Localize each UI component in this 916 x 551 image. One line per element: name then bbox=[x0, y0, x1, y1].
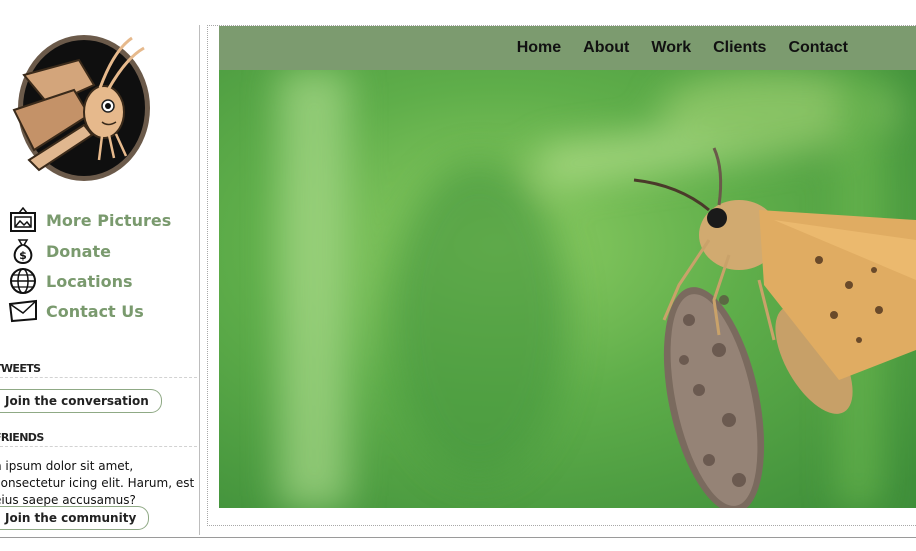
money-bag-icon: $ bbox=[8, 237, 38, 265]
join-conversation-button[interactable]: Join the conversation bbox=[0, 389, 162, 413]
sidebar-item-label: Donate bbox=[46, 241, 111, 261]
sidebar-item-donate[interactable]: $ Donate bbox=[8, 237, 111, 265]
svg-text:$: $ bbox=[19, 249, 27, 262]
sidebar-item-contact-us[interactable]: Contact Us bbox=[8, 297, 144, 325]
sidebar: More Pictures $ Donate Locations Contact… bbox=[0, 0, 200, 551]
sidebar-item-label: Contact Us bbox=[46, 301, 144, 321]
sidebar-divider bbox=[199, 25, 200, 535]
picture-frame-icon bbox=[8, 206, 38, 234]
sidebar-item-label: Locations bbox=[46, 271, 133, 291]
envelope-icon bbox=[8, 297, 38, 325]
divider bbox=[0, 377, 197, 378]
nav-about[interactable]: About bbox=[583, 39, 629, 57]
moth-logo[interactable] bbox=[4, 30, 154, 185]
nav-contact[interactable]: Contact bbox=[788, 39, 848, 57]
tweets-heading: TWEETS bbox=[0, 362, 41, 375]
friends-heading: FRIENDS bbox=[0, 431, 44, 444]
join-community-button[interactable]: Join the community bbox=[0, 506, 150, 530]
nav-work[interactable]: Work bbox=[651, 39, 691, 57]
hero-image bbox=[219, 70, 916, 508]
top-nav: Home About Work Clients Contact bbox=[219, 26, 916, 70]
sidebar-item-more-pictures[interactable]: More Pictures bbox=[8, 206, 171, 234]
footer-divider bbox=[0, 537, 916, 538]
globe-icon bbox=[8, 267, 38, 295]
sidebar-item-label: More Pictures bbox=[46, 210, 172, 230]
nav-clients[interactable]: Clients bbox=[713, 39, 766, 57]
friends-description: n ipsum dolor sit amet, consectetur icin… bbox=[0, 459, 195, 507]
divider bbox=[0, 446, 197, 447]
nav-home[interactable]: Home bbox=[517, 39, 561, 57]
sidebar-item-locations[interactable]: Locations bbox=[8, 267, 133, 295]
